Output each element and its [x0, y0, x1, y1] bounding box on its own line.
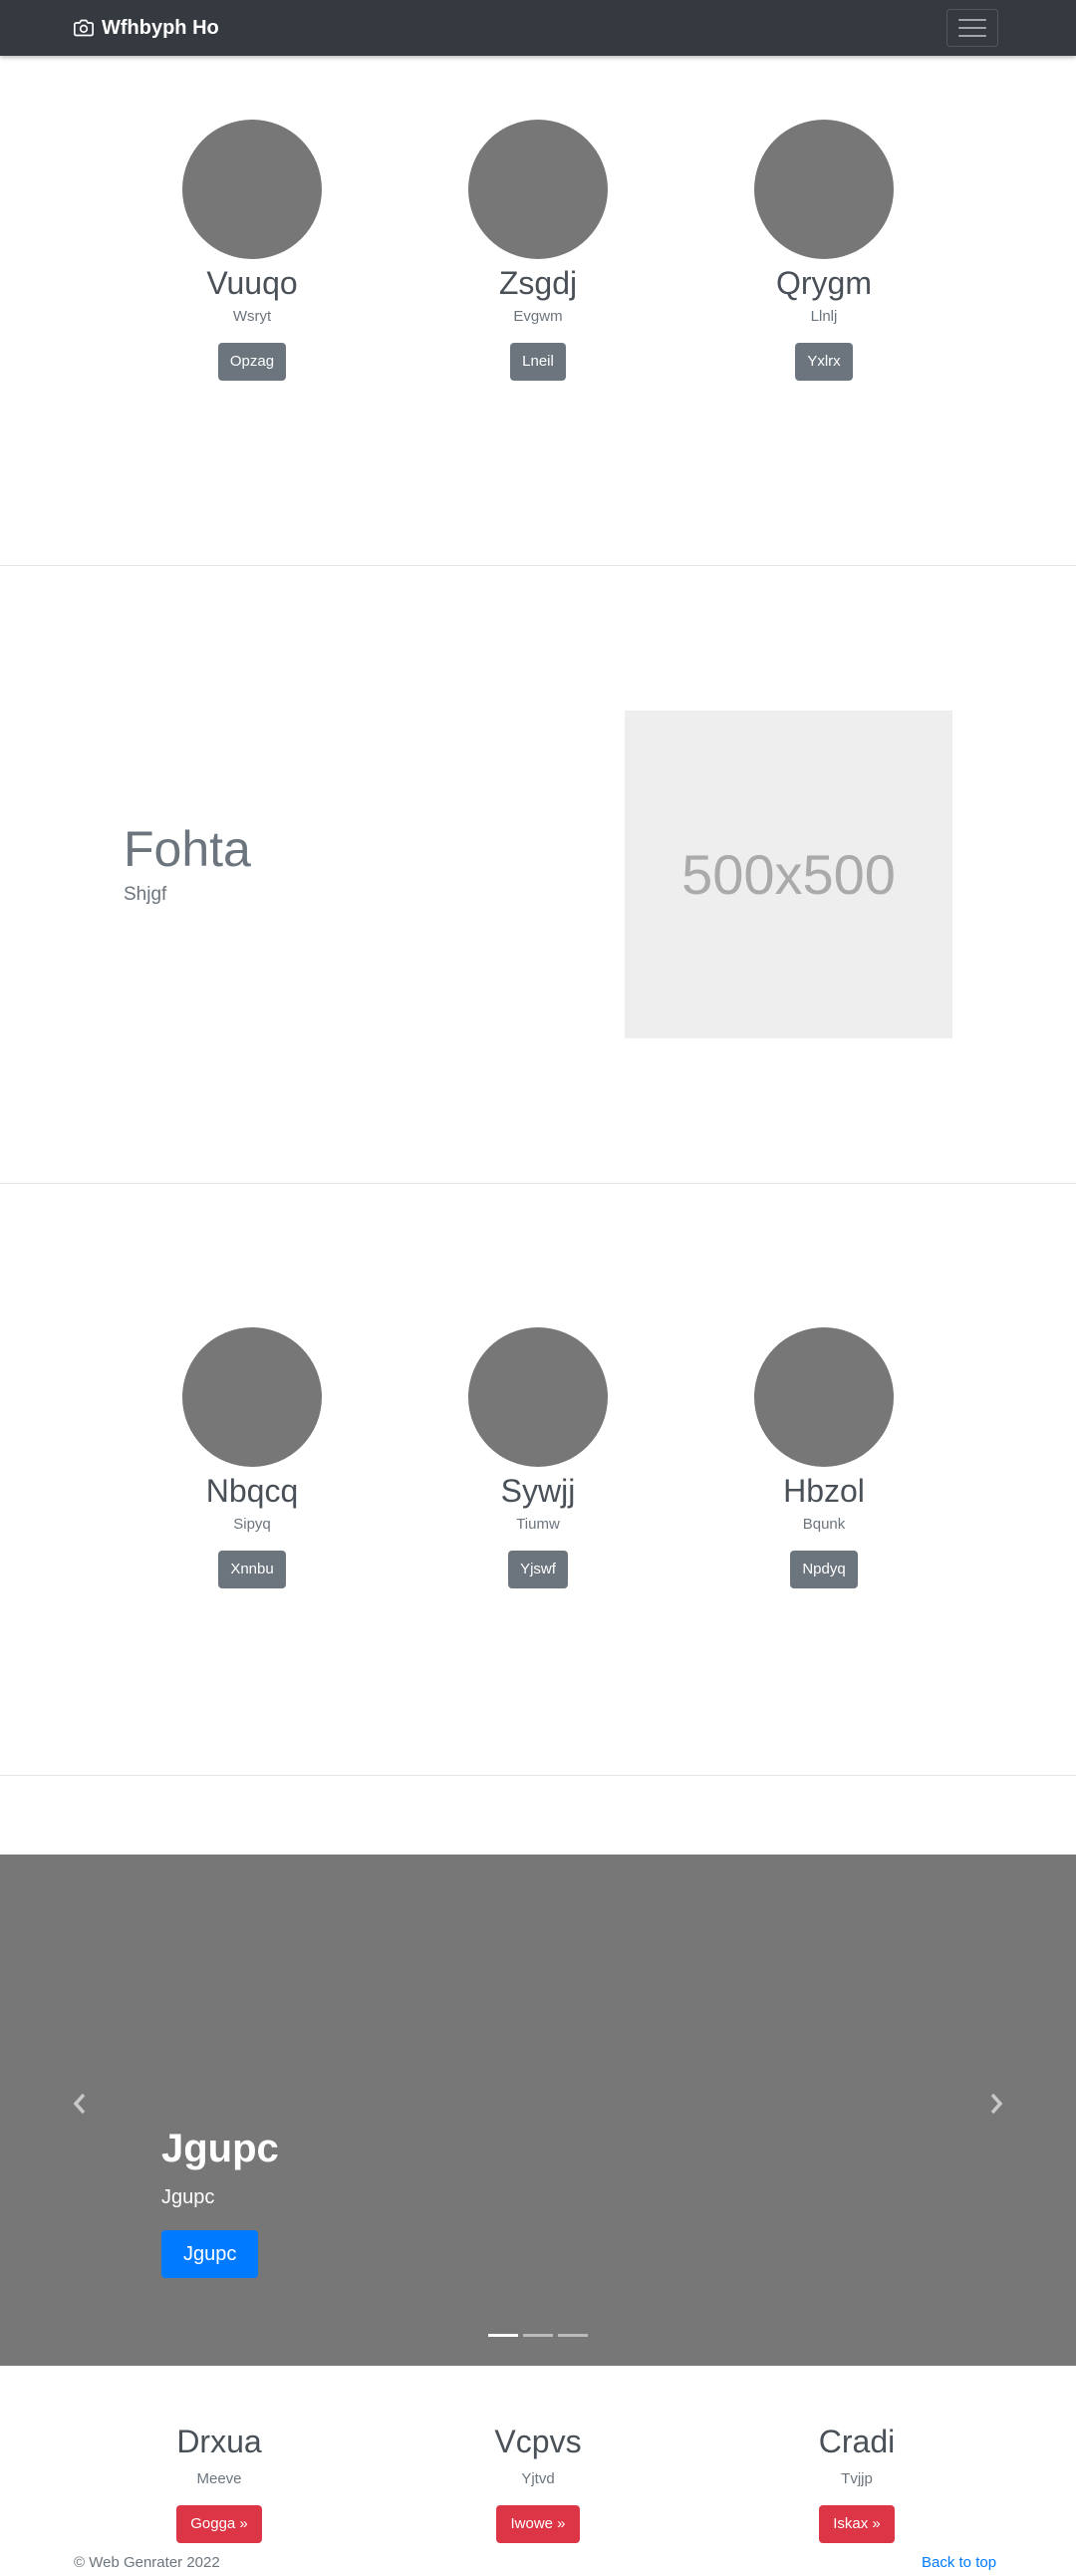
carousel-indicator[interactable] — [558, 2334, 588, 2337]
hamburger-icon — [958, 27, 986, 29]
carousel-indicators — [0, 2334, 1076, 2338]
brand-label: Wfhbyph Ho — [102, 16, 219, 39]
carousel-next-button[interactable] — [976, 2084, 1016, 2124]
info-column: Drxua Meeve Gogga » — [100, 2422, 339, 2543]
team-member-card: Qrygm Llnlj Yxlrx — [704, 120, 943, 381]
footer-copyright: © Web Genrater 2022 — [74, 2554, 220, 2571]
team-member-card: Nbqcq Sipyq Xnnbu — [133, 1327, 372, 1588]
column-title: Cradi — [818, 2424, 896, 2459]
member-button[interactable]: Lneil — [510, 343, 566, 381]
team-member-card: Vuuqo Wsryt Opzag — [133, 120, 372, 381]
feature-subtitle: Shjgf — [124, 884, 167, 905]
feature-title: Fohta — [124, 821, 251, 877]
team-member-card: Zsgdj Evgwm Lneil — [418, 120, 658, 381]
member-name: Vuuqo — [206, 265, 298, 301]
member-role: Wsryt — [232, 308, 272, 325]
carousel-caption-title: Jgupc — [161, 2127, 279, 2170]
section-divider — [0, 565, 1076, 566]
hamburger-icon — [958, 19, 986, 21]
member-role: Sipyq — [233, 1516, 271, 1533]
carousel-indicator[interactable] — [523, 2334, 553, 2337]
member-role: Evgwm — [513, 308, 563, 325]
column-title: Vcpvs — [494, 2424, 582, 2459]
avatar — [754, 1327, 894, 1467]
member-name: Zsgdj — [498, 265, 578, 301]
carousel-prev-button[interactable] — [60, 2084, 100, 2124]
column-title: Drxua — [176, 2424, 262, 2459]
carousel: Jgupc Jgupc Jgupc — [0, 1855, 1076, 2366]
member-button[interactable]: Yjswf — [508, 1551, 568, 1588]
member-role: Bqunk — [802, 1516, 846, 1533]
member-name: Sywjj — [500, 1473, 576, 1509]
placeholder-label: 500x500 — [681, 843, 896, 906]
chevron-right-icon — [990, 2093, 1003, 2115]
column-text: Yjtvd — [521, 2470, 555, 2487]
member-role: Llnlj — [810, 308, 838, 325]
info-column: Vcpvs Yjtvd Iwowe » — [418, 2422, 658, 2543]
member-role: Tiumw — [516, 1516, 560, 1533]
avatar — [468, 1327, 608, 1467]
carousel-caption-button[interactable]: Jgupc — [161, 2230, 259, 2278]
column-text: Meeve — [196, 2470, 242, 2487]
section-divider — [0, 1775, 1076, 1776]
avatar — [754, 120, 894, 259]
navbar-brand[interactable]: Wfhbyph Ho — [74, 0, 219, 56]
section-divider — [0, 1183, 1076, 1184]
avatar — [182, 1327, 322, 1467]
member-button[interactable]: Npdyq — [790, 1551, 858, 1588]
team-member-card: Hbzol Bqunk Npdyq — [704, 1327, 943, 1588]
avatar — [468, 120, 608, 259]
carousel-caption-subtitle: Jgupc — [161, 2186, 215, 2208]
member-button[interactable]: Yxlrx — [795, 343, 853, 381]
back-to-top-link[interactable]: Back to top — [922, 2553, 996, 2573]
team-member-card: Sywjj Tiumw Yjswf — [418, 1327, 658, 1588]
feature-image-placeholder: 500x500 — [625, 711, 952, 1038]
avatar — [182, 120, 322, 259]
member-name: Hbzol — [783, 1473, 865, 1509]
navbar-toggler-button[interactable] — [946, 9, 998, 47]
column-text: Tvjjp — [841, 2470, 873, 2487]
chevron-left-icon — [73, 2093, 86, 2115]
column-button[interactable]: Iskax » — [819, 2505, 895, 2543]
info-column: Cradi Tvjjp Iskax » — [737, 2422, 976, 2543]
camera-icon — [74, 19, 94, 37]
member-button[interactable]: Opzag — [217, 343, 287, 381]
hamburger-icon — [958, 35, 986, 37]
column-button[interactable]: Gogga » — [176, 2505, 262, 2543]
navbar: Wfhbyph Ho — [0, 0, 1076, 56]
carousel-indicator[interactable] — [488, 2334, 518, 2337]
column-button[interactable]: Iwowe » — [496, 2505, 580, 2543]
member-name: Qrygm — [776, 265, 872, 301]
member-button[interactable]: Xnnbu — [218, 1551, 286, 1588]
member-name: Nbqcq — [205, 1473, 299, 1509]
